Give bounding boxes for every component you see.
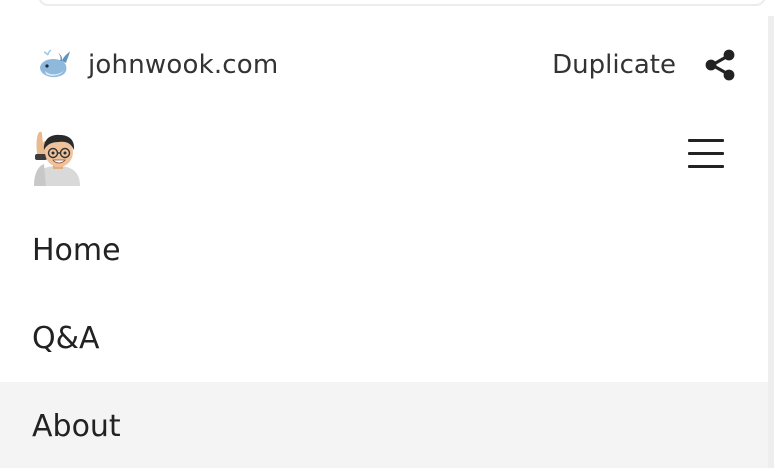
address-bar-edge [38,0,766,6]
avatar[interactable] [32,128,84,186]
nav-item-about[interactable]: About [0,382,768,468]
duplicate-button[interactable]: Duplicate [552,50,676,80]
nav-item-qa[interactable]: Q&A [0,294,768,382]
nav-menu: Home Q&A About [0,206,768,468]
scrollbar-track[interactable] [768,16,774,468]
page: johnwook.com Duplicate Home Q&A About [0,0,774,468]
nav-item-home[interactable]: Home [0,206,768,294]
menu-line [688,152,724,155]
site-bar: johnwook.com Duplicate [36,40,738,90]
whale-icon [36,47,72,83]
hamburger-menu-icon[interactable] [686,136,726,172]
site-name[interactable]: johnwook.com [88,50,278,80]
menu-line [688,139,724,142]
menu-line [688,165,724,168]
share-icon[interactable] [702,47,738,83]
